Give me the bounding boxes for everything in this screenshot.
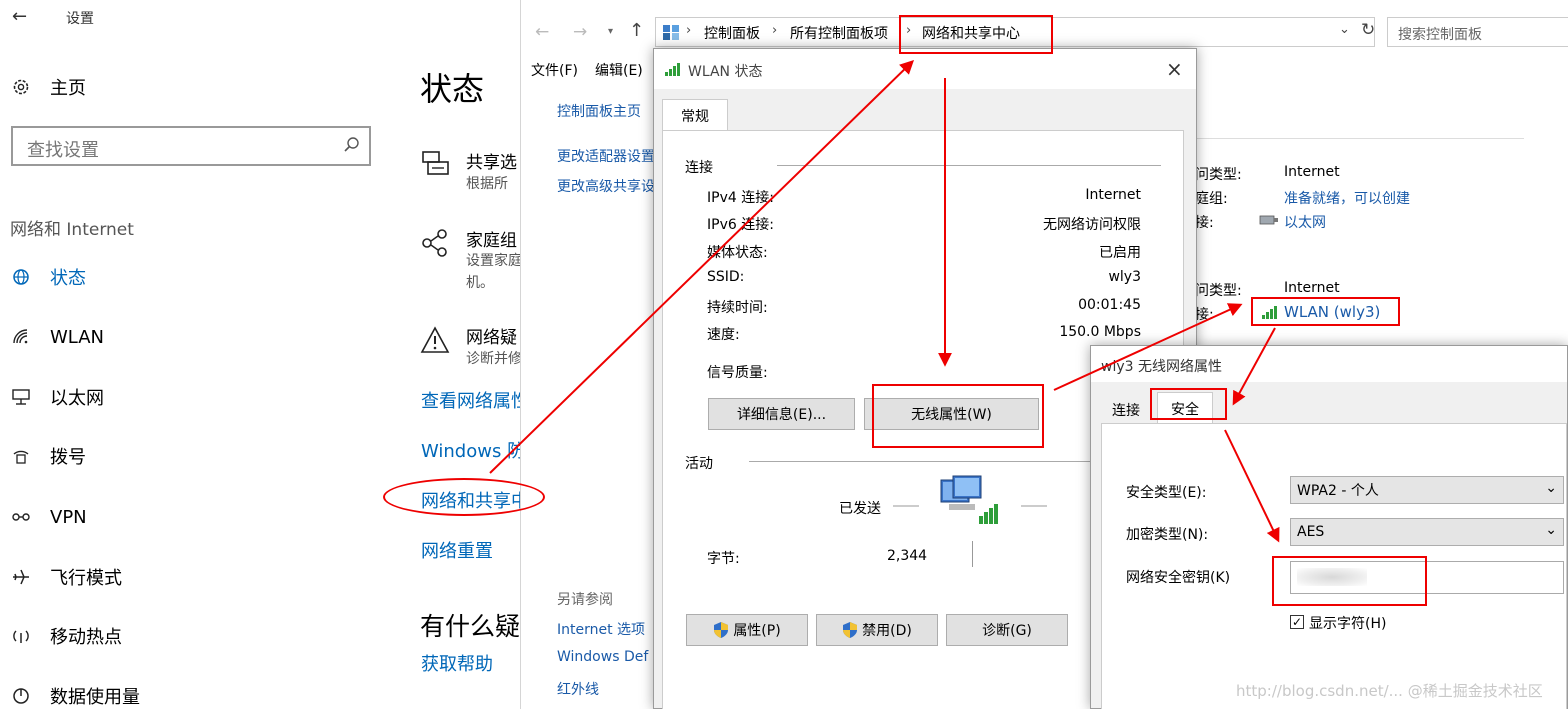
watermark: http://blog.csdn.net/... @稀土掘金技术社区 [1236, 682, 1543, 700]
arrow-link-to-breadcrumb [489, 60, 915, 474]
arrow-button-to-wlan [1053, 303, 1243, 391]
arrow-wlan-to-security [1232, 327, 1276, 406]
arrow-security-to-key [1224, 429, 1280, 543]
annotation-arrows [489, 60, 1280, 543]
